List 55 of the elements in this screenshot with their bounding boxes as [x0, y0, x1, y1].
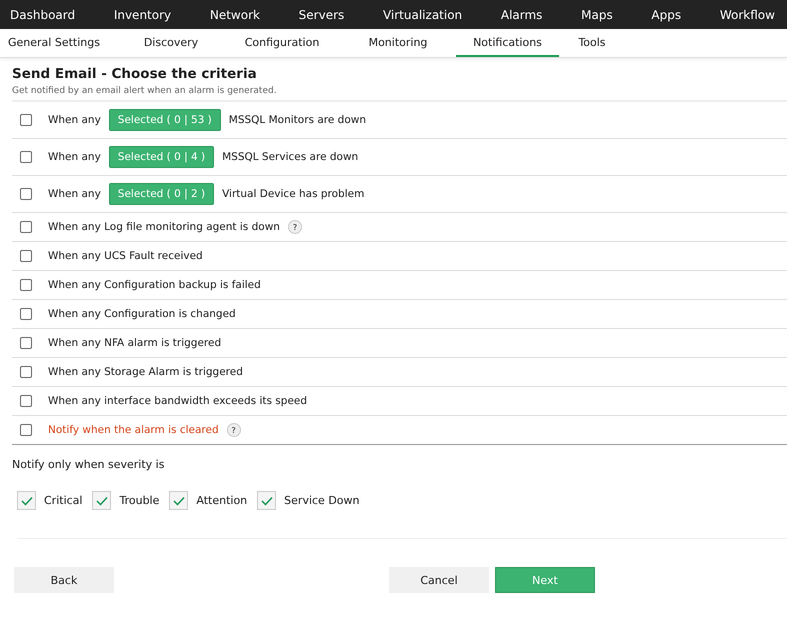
criterion-label: When any NFA alarm is triggered — [48, 337, 222, 349]
back-button[interactable]: Back — [14, 567, 114, 593]
nav-item[interactable]: Dashboard — [10, 8, 76, 22]
checkmark-icon — [260, 496, 273, 506]
severity-option: Attention — [196, 494, 248, 507]
criterion-label: When any UCS Fault received — [48, 250, 203, 262]
severity-option: Service Down — [284, 494, 360, 507]
tab[interactable]: Configuration — [224, 29, 340, 57]
checkmark-icon — [96, 496, 108, 506]
tab[interactable]: Notifications — [456, 29, 559, 57]
checkbox[interactable] — [20, 188, 32, 200]
checkbox[interactable] — [20, 366, 32, 378]
help-icon[interactable]: ? — [288, 220, 302, 234]
nav-item[interactable]: Apps — [651, 8, 682, 22]
criterion-label: When any Configuration is changed — [48, 308, 236, 320]
checkbox[interactable] — [20, 151, 32, 163]
criterion-label: Notify when the alarm is cleared — [48, 424, 219, 436]
criterion-label: Virtual Device has problem — [222, 188, 364, 200]
criterion-label: When any Configuration backup is failed — [48, 279, 261, 291]
criterion-label: MSSQL Monitors are down — [228, 114, 366, 126]
nav-item[interactable]: Workflow — [720, 8, 775, 22]
criterion-label: MSSQL Services are down — [222, 151, 358, 163]
checkmark-icon — [20, 496, 32, 506]
criterion-label: When any Storage Alarm is triggered — [48, 366, 243, 378]
criterion-label: When any interface bandwidth exceeds its speed — [48, 395, 308, 407]
checkbox[interactable] — [20, 114, 32, 126]
cancel-button[interactable]: Cancel — [389, 567, 489, 593]
nav-item[interactable]: Virtualization — [382, 8, 462, 22]
checkbox[interactable] — [20, 424, 32, 436]
checkbox[interactable] — [20, 337, 32, 349]
checkbox[interactable] — [20, 221, 32, 233]
checkbox[interactable] — [20, 250, 32, 262]
nav-item[interactable]: Inventory — [114, 8, 172, 22]
severity-label: Notify only when severity is — [12, 458, 166, 471]
nav-item[interactable]: Servers — [298, 8, 344, 22]
criterion-label: When any — [48, 188, 101, 200]
tab[interactable]: General Settings — [0, 29, 118, 57]
criterion-label: When any Log file monitoring agent is down — [48, 221, 280, 233]
tab[interactable]: Discovery — [118, 29, 224, 57]
page-subtitle: Get notified by an email alert when an alarm is generated. — [12, 86, 278, 96]
criterion-label: When any — [48, 151, 101, 163]
nav-item[interactable]: Network — [210, 8, 260, 22]
tab[interactable]: Monitoring — [340, 29, 456, 57]
checkbox[interactable] — [20, 308, 32, 320]
help-icon[interactable]: ? — [226, 423, 241, 437]
checkmark-icon — [172, 496, 185, 506]
nav-item[interactable]: Maps — [581, 8, 613, 22]
page-title: Send Email - Choose the criteria — [12, 66, 258, 82]
nav-item[interactable]: Alarms — [500, 8, 542, 22]
severity-option: Trouble — [119, 494, 160, 507]
severity-option: Critical — [44, 494, 82, 507]
tab[interactable]: Tools — [559, 29, 625, 57]
criterion-label: When any — [48, 114, 101, 126]
checkbox[interactable] — [20, 279, 32, 291]
checkbox[interactable] — [20, 395, 32, 407]
